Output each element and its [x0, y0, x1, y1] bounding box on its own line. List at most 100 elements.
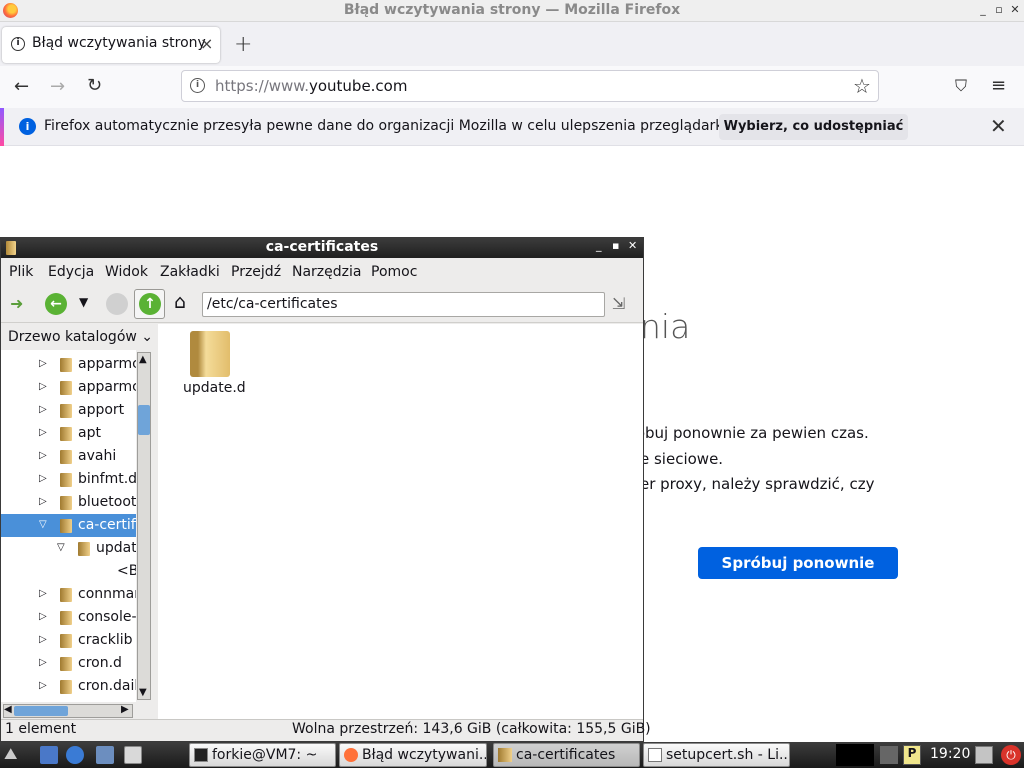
power-icon[interactable]: ⏻: [1001, 745, 1021, 765]
site-info-icon[interactable]: i: [190, 78, 205, 93]
expand-arrow-icon[interactable]: ▷: [39, 445, 47, 467]
expand-arrow-icon[interactable]: ▷: [39, 376, 47, 398]
pocket-icon[interactable]: ⛉: [955, 76, 967, 96]
tree-item[interactable]: ▷ bluetoot: [1, 491, 136, 514]
choose-data-button[interactable]: Wybierz, co udostępniać: [719, 114, 908, 140]
forward-arrow-icon[interactable]: →: [50, 76, 65, 97]
taskbar-item-editor[interactable]: setupcert.sh - Li...: [643, 743, 790, 767]
directory-tree[interactable]: ▷ apparmc ▷ apparmc ▷ apport ▷ apt ▷ avahi ▷ binfmt…: [1, 350, 136, 702]
clock: 19:20: [930, 746, 971, 762]
folder-icon: [60, 473, 72, 487]
folder-icon: [60, 496, 72, 510]
url-text[interactable]: https://www.youtube.com: [215, 77, 407, 95]
desktop-icon[interactable]: [40, 746, 58, 764]
tree-item[interactable]: ▷ apparmc: [1, 353, 136, 376]
tree-item[interactable]: <B: [1, 560, 136, 583]
expand-arrow-icon[interactable]: ▷: [39, 353, 47, 375]
scroll-up-icon[interactable]: ▲: [139, 354, 147, 365]
scroll-down-icon[interactable]: ▼: [139, 687, 147, 698]
menu-przejdz[interactable]: Przejdź: [231, 264, 281, 280]
expand-arrow-icon[interactable]: ▷: [39, 675, 47, 697]
expand-arrow-icon[interactable]: ▷: [39, 606, 47, 628]
retry-button[interactable]: Spróbuj ponownie: [698, 547, 898, 579]
notification-close-icon[interactable]: ✕: [990, 114, 1007, 138]
taskbar-item-terminal[interactable]: forkie@VM7: ~: [189, 743, 336, 767]
menu-narzedzia[interactable]: Narzędzia: [292, 264, 361, 280]
expand-arrow-icon[interactable]: ▷: [39, 652, 47, 674]
history-dropdown-icon[interactable]: ▼: [79, 295, 88, 309]
expand-arrow-icon[interactable]: ▷: [39, 583, 47, 605]
forward-icon[interactable]: [106, 293, 128, 315]
back-arrow-icon[interactable]: ←: [14, 76, 29, 97]
start-menu-icon[interactable]: ⛰: [4, 744, 17, 764]
display-icon[interactable]: [975, 746, 993, 764]
collapse-arrow-icon[interactable]: ▽: [39, 514, 47, 536]
menu-widok[interactable]: Widok: [105, 264, 148, 280]
windows-icon[interactable]: [96, 746, 114, 764]
taskbar-item-firefox[interactable]: Błąd wczytywani...: [339, 743, 487, 767]
tree-item-label: <B: [117, 563, 136, 579]
tree-item[interactable]: ▷ console-: [1, 606, 136, 629]
tree-item[interactable]: ▷ avahi: [1, 445, 136, 468]
tray-app-icon[interactable]: [880, 746, 898, 764]
folder-icon: [60, 404, 72, 418]
menu-zakladki[interactable]: Zakładki: [160, 264, 220, 280]
tree-item[interactable]: ▽ ca-certifi: [1, 514, 136, 537]
tree-item[interactable]: ▷ cracklib: [1, 629, 136, 652]
minimize-icon[interactable]: _: [975, 2, 991, 18]
tab-close-icon[interactable]: ×: [200, 34, 213, 53]
scroll-left-icon[interactable]: ◀: [4, 704, 12, 715]
menu-plik[interactable]: Plik: [9, 264, 33, 280]
file-manager-launcher-icon[interactable]: [124, 746, 142, 764]
home-icon[interactable]: ⌂: [174, 291, 186, 313]
expand-arrow-icon[interactable]: ▷: [39, 629, 47, 651]
bookmark-star-icon[interactable]: ☆: [853, 74, 871, 98]
tree-item[interactable]: ▷ cron.d: [1, 652, 136, 675]
close-window-icon[interactable]: ✕: [628, 239, 637, 252]
tree-item[interactable]: ▷ cron.dail: [1, 675, 136, 698]
back-icon[interactable]: ←: [45, 293, 67, 315]
maximize-icon[interactable]: ▫: [991, 2, 1007, 18]
expand-arrow-icon[interactable]: ▷: [39, 468, 47, 490]
close-window-icon[interactable]: ✕: [1007, 2, 1023, 18]
browser-launcher-icon[interactable]: [66, 746, 84, 764]
reload-icon[interactable]: ↻: [87, 75, 102, 96]
folder-icon: [60, 427, 72, 441]
side-pane-selector[interactable]: Drzewo katalogów ⌄: [8, 329, 153, 345]
expand-arrow-icon[interactable]: ▷: [39, 399, 47, 421]
minimize-icon[interactable]: _: [596, 239, 602, 252]
tree-item[interactable]: ▽ updat: [1, 537, 136, 560]
tree-item-label: avahi: [78, 448, 117, 464]
new-tab-button[interactable]: +: [234, 32, 252, 57]
expand-arrow-icon[interactable]: ▷: [39, 491, 47, 513]
info-icon: i: [19, 118, 36, 135]
jump-icon[interactable]: ⇲: [612, 294, 625, 313]
new-tab-icon[interactable]: ➜: [10, 294, 23, 313]
maximize-icon[interactable]: ▪: [612, 239, 619, 252]
up-arrow-icon[interactable]: ↑: [139, 293, 161, 315]
tree-item[interactable]: ▷ apparmc: [1, 376, 136, 399]
tree-item[interactable]: ▷ binfmt.d: [1, 468, 136, 491]
tray-p-icon[interactable]: P: [903, 745, 921, 765]
file-label[interactable]: update.d: [183, 380, 246, 396]
tree-item-label: apt: [78, 425, 101, 441]
menu-edycja[interactable]: Edycja: [48, 264, 94, 280]
tree-item[interactable]: ▷ connmar: [1, 583, 136, 606]
expand-arrow-icon[interactable]: ▷: [39, 422, 47, 444]
folder-icon[interactable]: [190, 331, 230, 377]
taskbar-item-file-manager[interactable]: ca-certificates: [493, 743, 640, 767]
folder-icon: [60, 588, 72, 602]
menu-icon[interactable]: ≡: [991, 75, 1006, 96]
tree-item-label: apparmc: [78, 379, 136, 395]
scrollbar-thumb[interactable]: [138, 405, 150, 435]
folder-icon: [60, 657, 72, 671]
tree-item[interactable]: ▷ apport: [1, 399, 136, 422]
tree-item[interactable]: ▷ apt: [1, 422, 136, 445]
notification-accent: [0, 108, 4, 146]
tab-title: Błąd wczytywania strony: [32, 35, 206, 51]
scroll-right-icon[interactable]: ▶: [121, 704, 129, 715]
collapse-arrow-icon[interactable]: ▽: [57, 537, 65, 559]
menu-pomoc[interactable]: Pomoc: [371, 264, 417, 280]
scrollbar-thumb[interactable]: [14, 706, 68, 716]
folder-icon: [60, 450, 72, 464]
